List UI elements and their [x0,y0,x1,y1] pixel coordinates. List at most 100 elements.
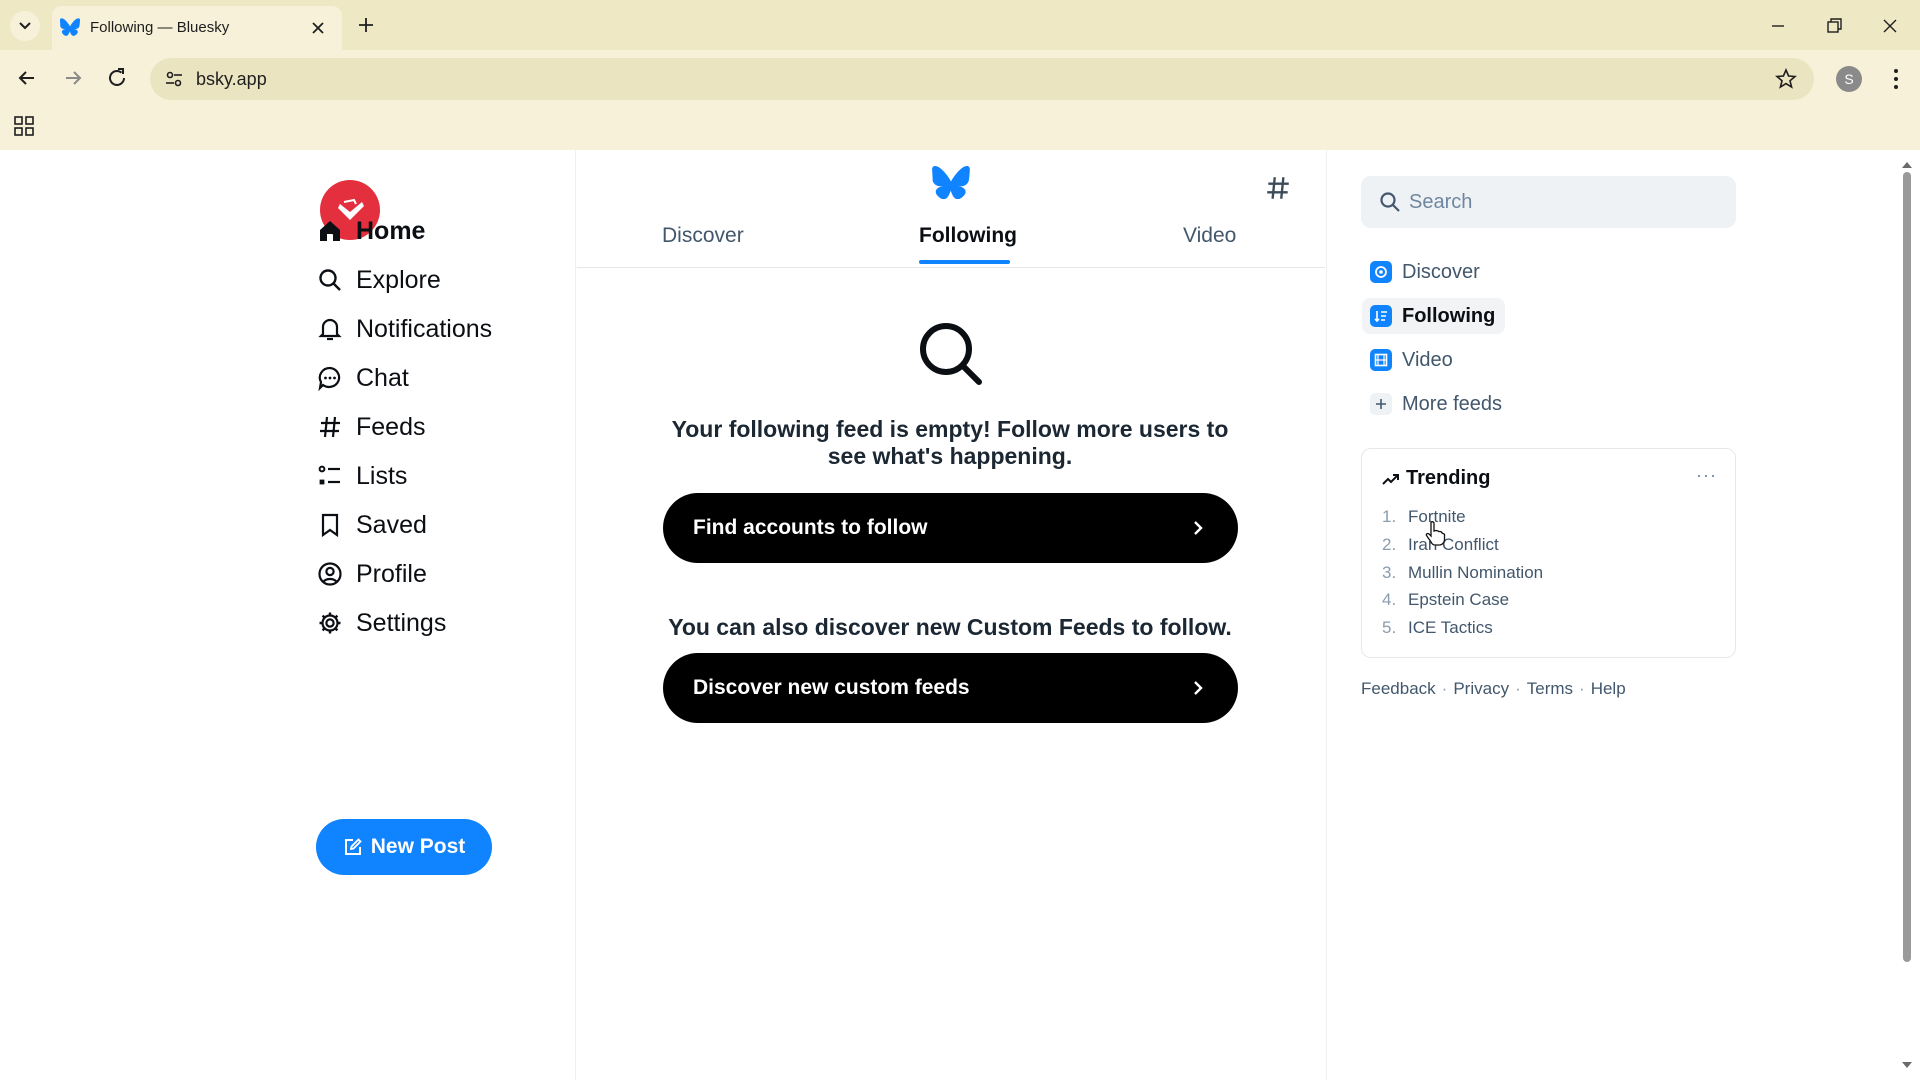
magnifier-icon [916,320,986,390]
tab-groups-icon[interactable] [14,116,34,136]
scroll-thumb[interactable] [1903,172,1911,962]
footer-links: Feedback · Privacy · Terms · Help [1361,679,1626,699]
tabs-divider [577,267,1325,268]
site-info-icon[interactable] [162,67,186,91]
tab-discover[interactable]: Discover [662,224,744,248]
sidebar-feed-following[interactable]: Following [1362,298,1506,334]
sidebar-feed-video[interactable]: Video [1362,342,1463,378]
new-tab-button[interactable] [354,13,378,37]
search-icon [316,266,344,294]
chat-bubble-icon [316,364,344,392]
tab-video[interactable]: Video [1183,224,1236,248]
trending-rank: 5. [1382,618,1397,637]
bluesky-favicon-icon [60,18,80,36]
trending-item[interactable]: 5. ICE Tactics [1382,618,1493,638]
search-box[interactable] [1361,176,1736,228]
bell-icon [316,315,344,343]
page-scrollbar[interactable] [1900,160,1914,1072]
nav-home[interactable]: Home [316,211,425,251]
feed-link-label: Video [1402,348,1453,371]
back-button[interactable] [14,65,40,91]
feeds-hash-icon[interactable] [1264,174,1292,202]
restore-button[interactable] [1822,14,1846,38]
address-bar[interactable]: bsky.app [150,58,1814,100]
footer-feedback-link[interactable]: Feedback [1361,679,1436,698]
bookmark-star-icon[interactable] [1774,67,1798,91]
trending-rank: 3. [1382,563,1397,582]
nav-notifications[interactable]: Notifications [316,309,492,349]
more-options-icon[interactable]: ··· [1696,465,1717,486]
minimize-button[interactable] [1766,14,1790,38]
sidebar-feed-discover[interactable]: Discover [1362,254,1490,290]
tab-close-icon[interactable] [308,18,328,38]
chevron-down-icon [19,22,31,30]
discover-feeds-button[interactable]: Discover new custom feeds [663,653,1238,723]
nav-label: Notifications [356,314,493,343]
chevron-right-icon [1188,518,1208,538]
plus-icon [359,18,373,32]
reload-button[interactable] [104,65,130,91]
forward-button[interactable] [60,65,86,91]
arrow-right-icon [66,71,82,85]
scroll-down-arrow-icon [1902,1062,1912,1068]
trending-item[interactable]: 4. Epstein Case [1382,590,1509,610]
left-divider [575,150,576,1080]
gear-icon [316,609,344,637]
video-feed-icon [1370,349,1392,371]
nav-label: Saved [356,510,427,539]
more-feeds-link[interactable]: More feeds [1362,386,1512,422]
restore-icon [1827,18,1842,33]
footer-privacy-link[interactable]: Privacy [1453,679,1509,698]
nav-lists[interactable]: Lists [316,456,407,496]
compose-icon [343,837,363,857]
find-accounts-label: Find accounts to follow [693,516,928,539]
hand-pointer-icon [1424,520,1446,546]
nav-label: Explore [356,265,441,294]
nav-label: Settings [356,608,447,637]
nav-settings[interactable]: Settings [316,603,446,643]
url-text[interactable]: bsky.app [196,69,267,90]
footer-help-link[interactable]: Help [1591,679,1626,698]
footer-terms-link[interactable]: Terms [1527,679,1573,698]
footer-separator: · [1515,679,1521,698]
browser-menu-icon[interactable] [1884,66,1908,92]
active-tab-indicator [919,260,1010,264]
nav-label: Feeds [356,412,426,441]
new-post-label: New Post [370,835,466,858]
list-icon [316,462,344,490]
nav-label: Chat [356,363,409,392]
trending-up-icon [1382,472,1400,486]
home-icon [316,217,344,245]
close-icon [1883,19,1897,33]
tab-following[interactable]: Following [919,224,1017,248]
scroll-up-arrow-icon [1902,162,1912,168]
nav-explore[interactable]: Explore [316,260,441,300]
nav-profile[interactable]: Profile [316,554,427,594]
tab-list-button[interactable] [10,11,40,41]
find-accounts-button[interactable]: Find accounts to follow [663,493,1238,563]
following-feed-icon [1370,305,1392,327]
trending-item[interactable]: 3. Mullin Nomination [1382,563,1543,583]
browser-tab[interactable]: Following — Bluesky [52,6,342,50]
trending-title: Trending [1406,467,1491,489]
arrow-left-icon [18,71,34,85]
nav-label: Lists [356,461,408,490]
bluesky-logo-icon[interactable] [932,166,970,199]
nav-saved[interactable]: Saved [316,505,427,545]
search-input[interactable] [1409,184,1719,220]
minimize-icon [1772,25,1784,27]
trending-label: ICE Tactics [1408,618,1493,637]
empty-feed-message: Your following feed is empty! Follow mor… [671,416,1229,469]
new-post-button[interactable]: New Post [316,819,492,875]
footer-separator: · [1441,679,1448,698]
bluesky-page: Home Explore Notifications Chat Feeds Li… [0,150,1920,1080]
tab-title: Following — Bluesky [90,19,230,36]
nav-chat[interactable]: Chat [316,358,409,398]
nav-feeds[interactable]: Feeds [316,407,425,447]
trending-label: Iran Conflict [1408,535,1499,554]
browser-profile-avatar[interactable]: S [1836,66,1862,92]
reload-icon [109,68,125,86]
chevron-right-icon [1188,678,1208,698]
close-window-button[interactable] [1878,14,1902,38]
trending-rank: 1. [1382,507,1397,526]
